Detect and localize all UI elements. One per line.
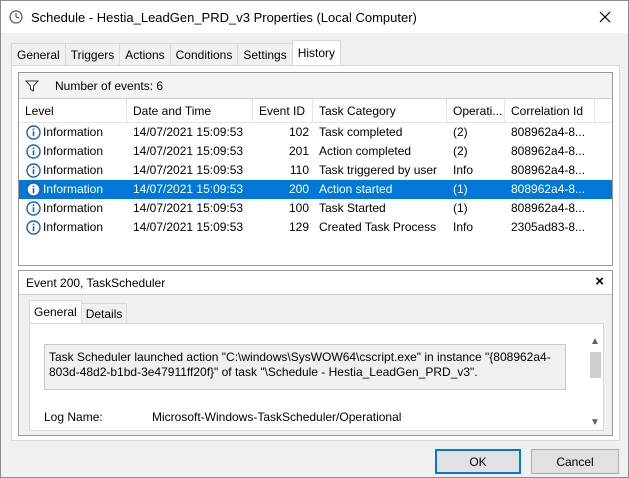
cell-opcode: (1) — [453, 182, 468, 196]
log-name-label: Log Name: — [44, 410, 103, 424]
column-task-category[interactable]: Task Category — [313, 99, 447, 123]
table-row-selected[interactable]: Information 14/07/2021 15:09:53 200 Acti… — [19, 180, 612, 199]
detail-general-page: Task Scheduler launched action "C:\windo… — [29, 323, 604, 431]
cell-datetime: 14/07/2021 15:09:53 — [133, 125, 244, 139]
window-title: Schedule - Hestia_LeadGen_PRD_v3 Propert… — [31, 10, 417, 25]
cell-correlation: 808962a4-8... — [511, 125, 586, 139]
detail-tab-general[interactable]: General — [29, 300, 82, 323]
tab-triggers[interactable]: Triggers — [64, 43, 121, 65]
cell-opcode: (2) — [453, 125, 468, 139]
cell-category: Action started — [319, 182, 393, 196]
information-icon — [26, 220, 41, 235]
detail-tab-details[interactable]: Details — [80, 303, 128, 323]
detail-scrollbar[interactable]: ▲ ▼ — [588, 336, 602, 428]
event-count: Number of events: 6 — [55, 79, 164, 93]
scroll-down-icon[interactable]: ▼ — [590, 417, 600, 428]
tab-general[interactable]: General — [11, 43, 66, 65]
detail-tab-strip: General Details — [29, 300, 128, 323]
cell-opcode: Info — [453, 163, 474, 177]
table-row[interactable]: Information 14/07/2021 15:09:53 201 Acti… — [19, 142, 612, 161]
event-detail-title: Event 200, TaskScheduler — [26, 276, 166, 290]
tab-history[interactable]: History — [291, 40, 342, 65]
log-name-value: Microsoft-Windows-TaskScheduler/Operatio… — [152, 410, 402, 424]
cell-event-id: 110 — [289, 163, 309, 177]
cell-correlation: 808962a4-8... — [511, 201, 586, 215]
cell-datetime: 14/07/2021 15:09:53 — [133, 182, 244, 196]
table-row[interactable]: Information 14/07/2021 15:09:53 129 Crea… — [19, 218, 612, 237]
clock-icon — [9, 10, 23, 24]
event-message[interactable]: Task Scheduler launched action "C:\windo… — [44, 344, 566, 390]
tab-conditions[interactable]: Conditions — [169, 43, 239, 65]
tab-strip: General Triggers Actions Conditions Sett… — [11, 40, 342, 65]
detail-close-button[interactable]: × — [595, 273, 604, 290]
cell-correlation: 808962a4-8... — [511, 182, 586, 196]
information-icon — [26, 125, 41, 140]
event-detail-panel: Event 200, TaskScheduler × General Detai… — [18, 270, 613, 436]
cell-opcode: Info — [453, 220, 474, 234]
cell-correlation: 808962a4-8... — [511, 163, 586, 177]
information-icon — [26, 201, 41, 216]
cell-category: Task triggered by user — [319, 163, 438, 177]
scroll-thumb[interactable] — [590, 352, 601, 378]
cell-opcode: (1) — [453, 201, 468, 215]
cancel-button[interactable]: Cancel — [531, 449, 619, 474]
column-date-time[interactable]: Date and Time — [127, 99, 253, 123]
table-row[interactable]: Information 14/07/2021 15:09:53 110 Task… — [19, 161, 612, 180]
cell-event-id: 100 — [288, 201, 309, 215]
column-event-id[interactable]: Event ID — [253, 99, 313, 123]
table-row[interactable]: Information 14/07/2021 15:09:53 102 Task… — [19, 123, 612, 142]
cell-datetime: 14/07/2021 15:09:53 — [133, 144, 244, 158]
properties-dialog: Schedule - Hestia_LeadGen_PRD_v3 Propert… — [0, 0, 629, 478]
cell-category: Task Started — [319, 201, 386, 215]
cell-event-id: 102 — [288, 125, 309, 139]
ok-button[interactable]: OK — [435, 449, 521, 474]
cell-level: Information — [43, 201, 104, 215]
cell-event-id: 129 — [288, 220, 309, 234]
cell-opcode: (2) — [453, 144, 468, 158]
cell-level: Information — [43, 163, 104, 177]
history-tab-page: Number of events: 6 Level Date and Time … — [11, 65, 620, 441]
cell-level: Information — [43, 182, 104, 196]
cell-datetime: 14/07/2021 15:09:53 — [133, 163, 244, 177]
scroll-up-icon[interactable]: ▲ — [590, 336, 600, 347]
information-icon — [26, 163, 41, 178]
cell-category: Action completed — [319, 144, 412, 158]
cell-category: Task completed — [319, 125, 403, 139]
events-table: Level Date and Time Event ID Task Catego… — [19, 99, 612, 237]
cell-correlation: 808962a4-8... — [511, 144, 586, 158]
cell-level: Information — [43, 125, 104, 139]
cell-event-id: 200 — [288, 182, 309, 196]
information-icon — [26, 144, 41, 159]
cell-level: Information — [43, 220, 104, 234]
events-list-panel: Number of events: 6 Level Date and Time … — [18, 72, 613, 266]
event-count-bar: Number of events: 6 — [19, 73, 612, 99]
title-bar: Schedule - Hestia_LeadGen_PRD_v3 Propert… — [1, 1, 628, 33]
tab-settings[interactable]: Settings — [237, 43, 293, 65]
table-header: Level Date and Time Event ID Task Catego… — [19, 99, 612, 123]
column-level[interactable]: Level — [19, 99, 127, 123]
cell-datetime: 14/07/2021 15:09:53 — [133, 220, 244, 234]
cell-datetime: 14/07/2021 15:09:53 — [133, 201, 244, 215]
information-icon — [26, 182, 41, 197]
tab-actions[interactable]: Actions — [119, 43, 171, 65]
cell-level: Information — [43, 144, 104, 158]
table-row[interactable]: Information 14/07/2021 15:09:53 100 Task… — [19, 199, 612, 218]
close-icon — [599, 11, 611, 23]
cell-event-id: 201 — [288, 144, 309, 158]
column-opcode[interactable]: Operati... — [447, 99, 505, 123]
event-detail-header: Event 200, TaskScheduler × — [19, 271, 612, 295]
filter-icon[interactable] — [25, 79, 39, 93]
window-close-button[interactable] — [582, 1, 628, 33]
column-correlation-id[interactable]: Correlation Id — [505, 99, 595, 123]
cell-category: Created Task Process — [319, 220, 437, 234]
cell-correlation: 2305ad83-8... — [511, 220, 586, 234]
